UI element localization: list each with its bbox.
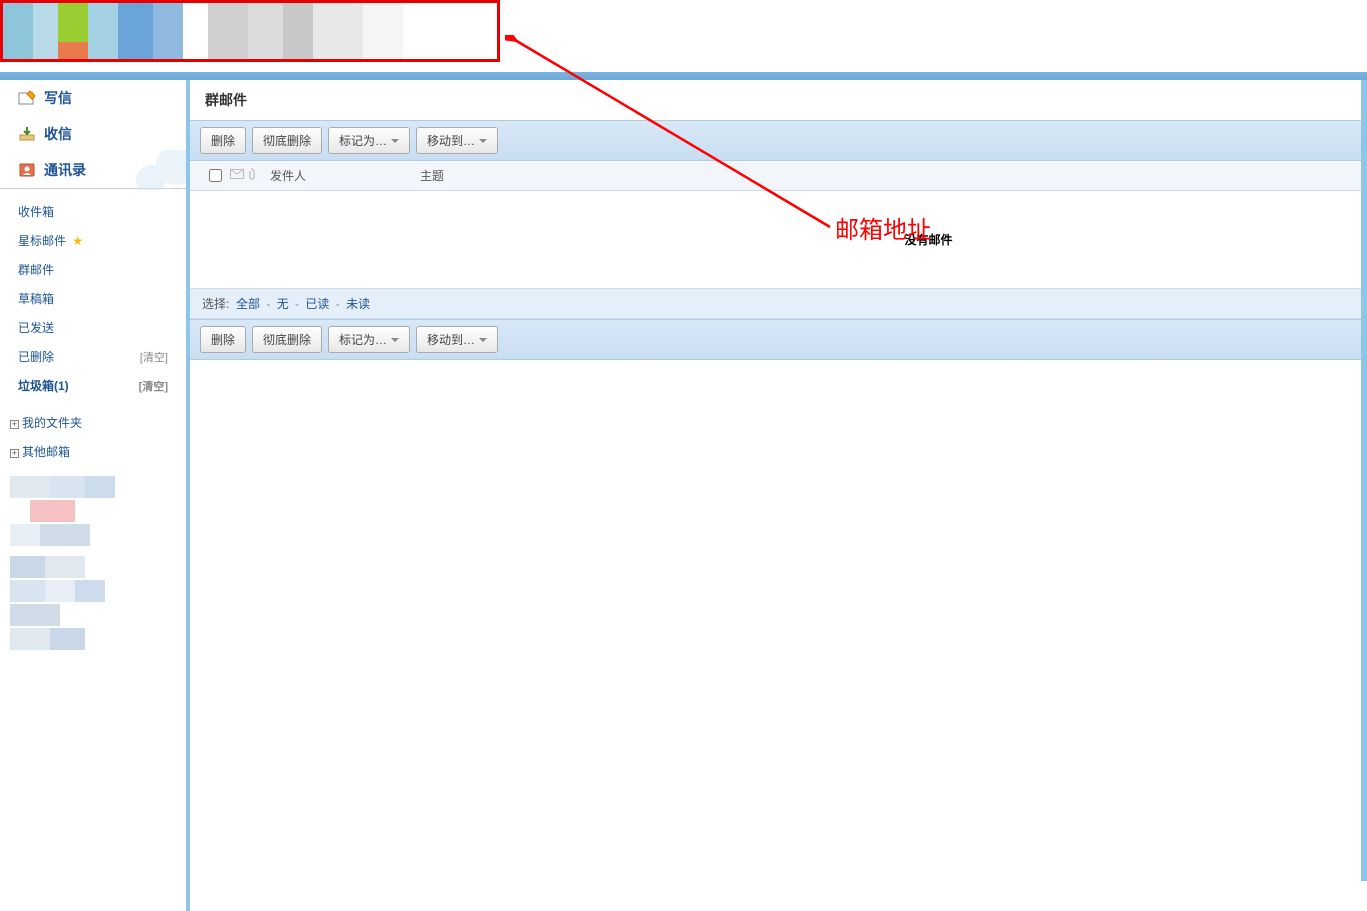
delete-forever-label: 彻底删除 [263,132,311,149]
mark-as-button-bottom[interactable]: 标记为… [328,326,410,353]
status-icons-cell [230,168,270,183]
delete-forever-button[interactable]: 彻底删除 [252,127,322,154]
header-area [0,0,1367,72]
toolbar-top: 删除 彻底删除 标记为… 移动到… [190,120,1367,161]
receive-label: 收信 [44,124,72,144]
page-title: 群邮件 [190,80,1367,120]
folder-sent-label: 已发送 [18,319,54,336]
select-none-link[interactable]: 无 [277,297,289,311]
chevron-down-icon [479,338,487,342]
folder-group[interactable]: 群邮件 [0,255,186,284]
mark-as-label: 标记为… [339,132,387,149]
attachment-icon [246,168,256,183]
select-label: 选择: [202,297,229,311]
section-myfolder-label: 我的文件夹 [22,416,82,430]
sidebar-pixelated-area [0,466,186,662]
folder-deleted[interactable]: 已删除 [清空] [0,342,186,371]
expand-icon: + [10,449,19,458]
header-separator-bar [0,72,1367,80]
annotation-highlight-box [0,0,500,62]
delete-button[interactable]: 删除 [200,127,246,154]
select-all-link[interactable]: 全部 [236,297,260,311]
mark-as-button[interactable]: 标记为… [328,127,410,154]
move-to-label: 移动到… [427,132,475,149]
contacts-button[interactable]: 通讯录 [0,152,186,188]
sidebar: 写信 收信 通讯录 收件箱 星标邮件 ★ [0,80,190,911]
selection-row: 选择: 全部 - 无 - 已读 - 未读 [190,288,1367,319]
folder-starred[interactable]: 星标邮件 ★ [0,226,186,255]
folder-inbox[interactable]: 收件箱 [0,197,186,226]
chevron-down-icon [479,139,487,143]
folder-trash-clear[interactable]: [清空] [139,378,168,394]
delete-forever-button-bottom[interactable]: 彻底删除 [252,326,322,353]
delete-button-bottom[interactable]: 删除 [200,326,246,353]
column-subject[interactable]: 主题 [420,167,1357,184]
toolbar-bottom: 删除 彻底删除 标记为… 移动到… [190,319,1367,360]
move-to-button[interactable]: 移动到… [416,127,498,154]
select-unread-link[interactable]: 未读 [346,297,370,311]
folder-inbox-label: 收件箱 [18,203,54,220]
folder-starred-label: 星标邮件 [18,234,66,248]
section-othermail[interactable]: +其他邮箱 [0,437,186,466]
folder-trash-label: 垃圾箱(1) [18,377,69,394]
expand-icon: + [10,420,19,429]
folder-sent[interactable]: 已发送 [0,313,186,342]
receive-button[interactable]: 收信 [0,116,186,152]
folder-deleted-clear[interactable]: [清空] [140,349,168,365]
sidebar-actions: 写信 收信 通讯录 [0,80,186,189]
column-sender[interactable]: 发件人 [270,167,420,184]
contacts-icon [18,162,38,178]
main-container: 写信 收信 通讯录 收件箱 星标邮件 ★ [0,80,1367,911]
move-to-button-bottom[interactable]: 移动到… [416,326,498,353]
compose-icon [18,90,38,106]
empty-message-area: 没有邮件 [190,191,1367,288]
select-all-cell [200,169,230,182]
right-border [1361,80,1367,881]
chevron-down-icon [391,139,399,143]
pixelated-header-content [3,3,497,59]
compose-label: 写信 [44,88,72,108]
star-icon: ★ [69,234,83,248]
folder-deleted-label: 已删除 [18,348,54,365]
folder-trash[interactable]: 垃圾箱(1) [清空] [0,371,186,400]
folder-group-label: 群邮件 [18,261,54,278]
folder-list: 收件箱 星标邮件 ★ 群邮件 草稿箱 已发送 已删除 [清空] 垃圾箱(1) [… [0,189,186,408]
empty-message: 没有邮件 [904,191,952,288]
chevron-down-icon [391,338,399,342]
select-all-checkbox[interactable] [209,169,222,182]
receive-icon [18,126,38,142]
folder-drafts-label: 草稿箱 [18,290,54,307]
select-read-link[interactable]: 已读 [305,297,329,311]
compose-button[interactable]: 写信 [0,80,186,116]
folder-drafts[interactable]: 草稿箱 [0,284,186,313]
mail-icon [230,168,244,183]
delete-label: 删除 [211,132,235,149]
section-myfolder[interactable]: +我的文件夹 [0,408,186,437]
contacts-label: 通讯录 [44,160,86,180]
column-header-row: 发件人 主题 [190,161,1367,191]
section-othermail-label: 其他邮箱 [22,445,70,459]
content-area: 群邮件 删除 彻底删除 标记为… 移动到… 发件人 主题 [190,80,1367,911]
